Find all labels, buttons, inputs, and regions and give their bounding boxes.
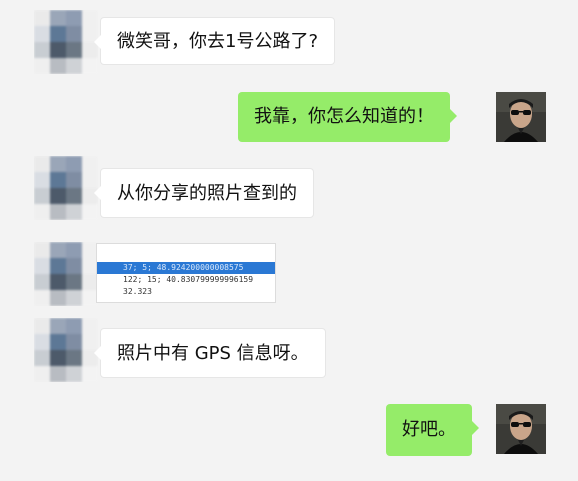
self-avatar-icon[interactable] <box>496 92 546 142</box>
neo-sunglasses-avatar-icon <box>496 92 546 142</box>
message-text: 好吧。 <box>402 419 456 440</box>
chat-window: 微笑哥，你去1号公路了? 我靠，你怎么知道的！ 从你分享的照片查到的 37; 5… <box>0 0 578 481</box>
message-bubble-outgoing[interactable]: 好吧。 <box>386 404 479 456</box>
message-text: 我靠，你怎么知道的！ <box>254 106 434 127</box>
contact-avatar-icon[interactable] <box>34 318 98 382</box>
message-bubble-incoming[interactable]: 微笑哥，你去1号公路了? <box>93 17 336 65</box>
message-bubble-incoming[interactable]: 照片中有 GPS 信息呀。 <box>94 328 326 378</box>
message-text: 微笑哥，你去1号公路了? <box>117 31 319 52</box>
message-text: 照片中有 GPS 信息呀。 <box>117 343 309 364</box>
image-message[interactable]: 37; 5; 48.924200000008575 122; 15; 40.83… <box>96 243 276 303</box>
contact-avatar-icon[interactable] <box>34 10 98 74</box>
contact-avatar-icon[interactable] <box>34 242 98 306</box>
self-avatar-icon[interactable] <box>496 404 546 454</box>
image-text-row: 37; 5; 48.924200000008575 <box>97 262 275 274</box>
message-bubble-outgoing[interactable]: 我靠，你怎么知道的！ <box>238 92 457 142</box>
message-bubble-incoming[interactable]: 从你分享的照片查到的 <box>94 168 314 218</box>
neo-sunglasses-avatar-icon <box>496 404 546 454</box>
contact-avatar-icon[interactable] <box>34 156 98 220</box>
image-text-row: 32.323 <box>123 287 152 296</box>
image-text-row: 122; 15; 40.830799999996159 <box>123 275 254 284</box>
message-text: 从你分享的照片查到的 <box>117 183 297 204</box>
